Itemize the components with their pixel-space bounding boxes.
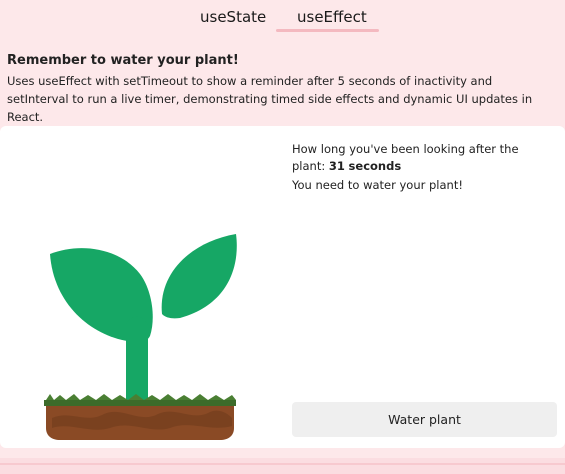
tab-usestate[interactable]: useState [200,8,266,26]
water-plant-button[interactable]: Water plant [292,402,557,437]
active-tab-indicator [276,29,379,32]
tab-useeffect[interactable]: useEffect [297,8,367,26]
timer-unit: seconds [348,159,402,173]
tab-bar: useState useEffect [0,0,565,32]
bottom-strip [0,458,565,474]
plant-sprout-icon [44,234,237,440]
page-description: Uses useEffect with setTimeout to show a… [7,74,533,124]
timer-value: 31 [328,159,345,173]
timer-prefix: How long you've been looking after the p… [292,142,519,173]
plant-card: How long you've been looking after the p… [0,126,565,448]
timer-text: How long you've been looking after the p… [292,141,554,175]
page-title: Remember to water your plant! [7,53,239,68]
water-reminder: You need to water your plant! [292,178,463,192]
bottom-divider [0,463,565,465]
